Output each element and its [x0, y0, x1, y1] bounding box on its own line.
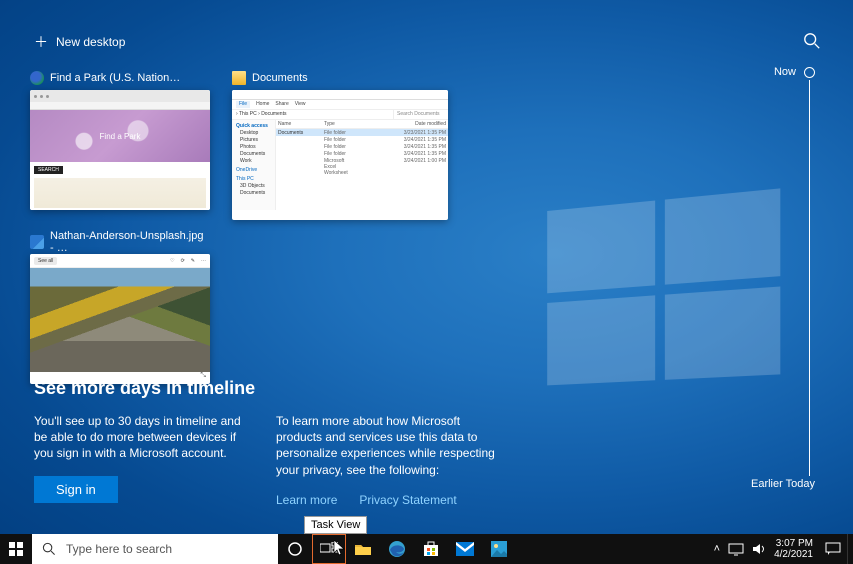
windows-icon — [9, 542, 23, 556]
task-view-icon — [320, 542, 338, 556]
window-thumb-title: Nathan-Anderson-Unsplash.jpg - … — [50, 230, 210, 254]
search-icon — [803, 32, 821, 50]
taskbar-app-photos[interactable] — [482, 534, 516, 564]
privacy-link[interactable]: Privacy Statement — [359, 492, 456, 508]
taskview-tooltip: Task View — [304, 516, 367, 534]
window-thumb-preview: See all ♡⟳✎⋯ ⤡ — [30, 254, 210, 384]
promo-text-1: You'll see up to 30 days in timeline and… — [34, 413, 254, 462]
window-thumb-photos[interactable]: Nathan-Anderson-Unsplash.jpg - … See all… — [30, 234, 210, 384]
edge-hero-button: SEARCH — [34, 166, 63, 174]
action-center-icon — [825, 542, 841, 556]
action-center-button[interactable] — [819, 534, 847, 564]
timeline-line[interactable] — [809, 80, 810, 476]
learn-more-link[interactable]: Learn more — [276, 492, 337, 508]
windows-logo-background — [547, 188, 780, 385]
plus-icon: ＋ — [34, 32, 48, 52]
edge-hero-text: Find a Park — [100, 132, 141, 141]
window-thumb-edge[interactable]: Find a Park (U.S. Nation… Find a Park SE… — [30, 70, 210, 220]
timeline-promo: See more days in timeline You'll see up … — [34, 378, 793, 508]
taskbar-app-store[interactable] — [414, 534, 448, 564]
task-view-button[interactable] — [312, 534, 346, 564]
photos-icon — [30, 235, 44, 249]
taskbar-time: 3:07 PM — [776, 538, 813, 549]
taskbar-app-explorer[interactable] — [346, 534, 380, 564]
store-icon — [423, 541, 439, 557]
timeline-now-dot[interactable] — [804, 67, 815, 78]
edge-icon — [30, 71, 44, 85]
new-desktop-button[interactable]: ＋ New desktop — [34, 32, 125, 52]
explorer-search-placeholder: Search Documents — [393, 110, 448, 119]
start-button[interactable] — [0, 534, 32, 564]
taskbar-app-edge[interactable] — [380, 534, 414, 564]
window-thumb-preview: Find a Park SEARCH — [30, 90, 210, 210]
cortana-icon — [287, 541, 303, 557]
show-desktop-button[interactable] — [847, 534, 853, 564]
window-thumb-title: Find a Park (U.S. Nation… — [50, 72, 180, 84]
folder-icon — [354, 542, 372, 556]
sign-in-button[interactable]: Sign in — [34, 476, 118, 503]
edge-icon — [388, 540, 406, 558]
timeline-search-button[interactable] — [803, 32, 821, 50]
search-icon — [42, 542, 56, 556]
photos-icon — [491, 541, 507, 557]
window-thumb-title: Documents — [252, 72, 308, 84]
taskbar-clock[interactable]: 3:07 PM 4/2/2021 — [768, 534, 819, 564]
promo-text-2: To learn more about how Microsoft produc… — [276, 413, 496, 478]
cortana-button[interactable] — [278, 534, 312, 564]
taskbar-search-placeholder: Type here to search — [66, 542, 172, 556]
taskbar: Type here to search ˄ 3:07 P — [0, 534, 853, 564]
mail-icon — [456, 542, 474, 556]
timeline-now-label: Now — [774, 66, 796, 78]
taskbar-search[interactable]: Type here to search — [32, 534, 278, 564]
new-desktop-label: New desktop — [56, 35, 125, 49]
volume-icon[interactable] — [752, 542, 766, 556]
network-icon[interactable] — [728, 542, 744, 556]
taskbar-app-mail[interactable] — [448, 534, 482, 564]
tray-overflow-button[interactable]: ˄ — [714, 543, 720, 555]
window-thumb-explorer[interactable]: Documents File Home Share View › This PC… — [232, 70, 448, 220]
promo-heading: See more days in timeline — [34, 378, 793, 399]
folder-icon — [232, 71, 246, 85]
taskbar-date: 4/2/2021 — [774, 549, 813, 560]
window-thumb-preview: File Home Share View › This PC › Documen… — [232, 90, 448, 220]
